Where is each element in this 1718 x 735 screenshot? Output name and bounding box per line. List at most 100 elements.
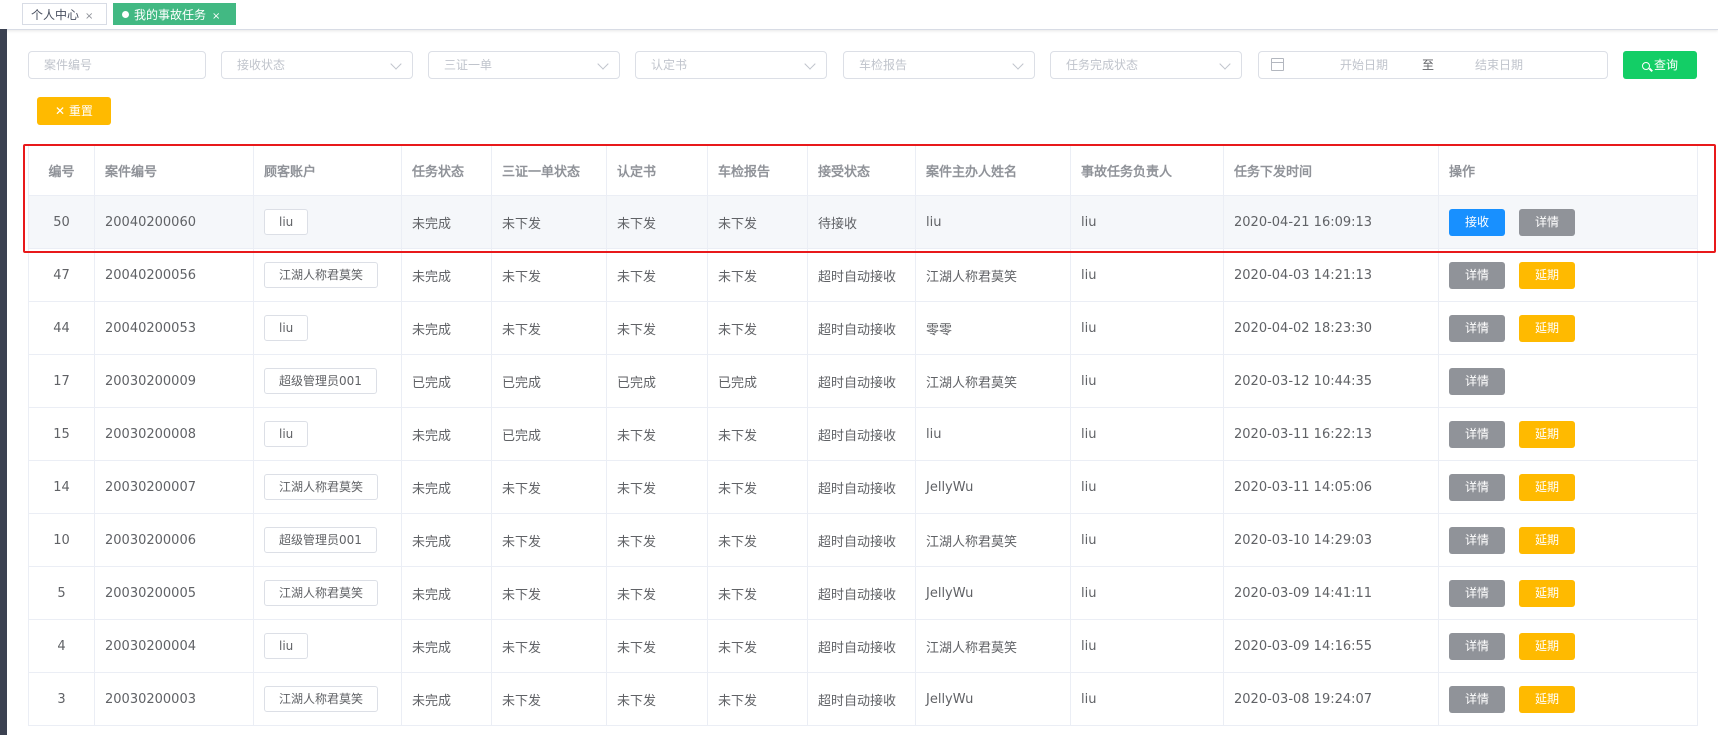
certificate-cell: 未下发	[606, 672, 708, 726]
certificate-cell: 未下发	[606, 619, 708, 673]
task-status-cell: 未完成	[401, 460, 492, 514]
accept-button[interactable]: 接收	[1449, 208, 1505, 236]
account-cell: 江湖人称君莫笑	[253, 566, 402, 620]
column-header: 事故任务负责人	[1070, 144, 1224, 196]
account-tag-button[interactable]: 江湖人称君莫笑	[264, 474, 379, 500]
table-body: 50 20040200060 liu 未完成 未下发 未下发 未下发 待接收 liu liu 202…	[28, 195, 1698, 726]
end-date[interactable]: 结束日期	[1464, 52, 1534, 78]
actions-cell: 详情 延期	[1438, 460, 1698, 514]
row-id: 47	[28, 248, 95, 302]
chevron-down-icon	[804, 58, 816, 70]
tab-my-accident-tasks[interactable]: 我的事故任务 ×	[113, 3, 236, 25]
column-header: 三证一单状态	[491, 144, 607, 196]
postpone-button[interactable]: 延期	[1519, 632, 1575, 660]
certificate-cell: 未下发	[606, 248, 708, 302]
owner-cell: liu	[1070, 619, 1224, 673]
certificate-cell: 未下发	[606, 407, 708, 461]
range-separator: 至	[1422, 58, 1435, 72]
close-icon[interactable]: ×	[85, 11, 93, 22]
three-cert-cell: 未下发	[491, 566, 607, 620]
certificate-cell: 未下发	[606, 513, 708, 567]
chevron-down-icon	[597, 58, 609, 70]
account-tag-button[interactable]: 江湖人称君莫笑	[264, 686, 379, 712]
three-cert-cell: 未下发	[491, 513, 607, 567]
account-tag-button[interactable]: liu	[264, 315, 309, 341]
inspection-cell: 未下发	[707, 301, 808, 355]
detail-button[interactable]: 详情	[1449, 420, 1505, 448]
start-date[interactable]: 开始日期	[1329, 52, 1399, 78]
detail-button[interactable]: 详情	[1449, 685, 1505, 713]
inspection-cell: 未下发	[707, 460, 808, 514]
postpone-button[interactable]: 延期	[1519, 579, 1575, 607]
account-tag-button[interactable]: 江湖人称君莫笑	[264, 262, 379, 288]
date-range-picker[interactable]: 开始日期 至 结束日期	[1258, 51, 1608, 79]
inspection-cell: 未下发	[707, 513, 808, 567]
account-tag-button[interactable]: 超级管理员001	[264, 368, 377, 394]
account-tag-button[interactable]: liu	[264, 421, 309, 447]
account-tag-button[interactable]: 超级管理员001	[264, 527, 377, 553]
actions-cell: 详情 延期	[1438, 672, 1698, 726]
three-cert-cell: 未下发	[491, 301, 607, 355]
select-placeholder: 三证一单	[444, 58, 493, 72]
accept-status-cell: 超时自动接收	[807, 407, 916, 461]
tab-personal-center[interactable]: 个人中心 ×	[22, 3, 107, 25]
task-status-cell: 未完成	[401, 513, 492, 567]
postpone-button[interactable]: 延期	[1519, 685, 1575, 713]
detail-button[interactable]: 详情	[1449, 261, 1505, 289]
postpone-button[interactable]: 延期	[1519, 314, 1575, 342]
case-no-cell: 20030200005	[94, 566, 254, 620]
case-no-cell: 20030200006	[94, 513, 254, 567]
row-id: 15	[28, 407, 95, 461]
case-no-cell: 20030200007	[94, 460, 254, 514]
table-row: 50 20040200060 liu 未完成 未下发 未下发 未下发 待接收 liu liu 202…	[28, 195, 1698, 249]
postpone-button[interactable]: 延期	[1519, 526, 1575, 554]
table-row: 4 20030200004 liu 未完成 未下发 未下发 未下发 超时自动接收 江湖人称君莫笑…	[28, 619, 1698, 673]
account-tag-button[interactable]: 江湖人称君莫笑	[264, 580, 379, 606]
handler-cell: 零零	[915, 301, 1071, 355]
row-id: 4	[28, 619, 95, 673]
query-button[interactable]: 查询	[1623, 51, 1697, 79]
account-tag-button[interactable]: liu	[264, 633, 309, 659]
issued-time-cell: 2020-04-21 16:09:13	[1223, 195, 1439, 249]
handler-cell: 江湖人称君莫笑	[915, 619, 1071, 673]
reset-button[interactable]: ✕ 重置	[37, 97, 111, 125]
receive-status-select[interactable]: 接收状态	[221, 51, 413, 79]
case-no-field[interactable]	[29, 52, 205, 78]
certificate-select[interactable]: 认定书	[635, 51, 827, 79]
table-row: 5 20030200005 江湖人称君莫笑 未完成 未下发 未下发 未下发 超时自动接收 Jel…	[28, 566, 1698, 620]
case-no-input[interactable]	[28, 51, 206, 79]
column-header: 顾客账户	[253, 144, 402, 196]
task-status-cell: 未完成	[401, 301, 492, 355]
row-id: 5	[28, 566, 95, 620]
account-cell: 江湖人称君莫笑	[253, 248, 402, 302]
task-status-select[interactable]: 任务完成状态	[1050, 51, 1242, 79]
table-row: 3 20030200003 江湖人称君莫笑 未完成 未下发 未下发 未下发 超时自动接收 Jel…	[28, 672, 1698, 726]
postpone-button[interactable]: 延期	[1519, 261, 1575, 289]
tab-label: 个人中心	[31, 8, 80, 22]
select-placeholder: 任务完成状态	[1066, 58, 1139, 72]
detail-button[interactable]: 详情	[1449, 473, 1505, 501]
detail-button[interactable]: 详情	[1449, 579, 1505, 607]
postpone-button[interactable]: 延期	[1519, 473, 1575, 501]
detail-button[interactable]: 详情	[1449, 367, 1505, 395]
postpone-button[interactable]: 延期	[1519, 420, 1575, 448]
issued-time-cell: 2020-03-11 16:22:13	[1223, 407, 1439, 461]
task-status-cell: 未完成	[401, 672, 492, 726]
actions-cell: 接收 详情	[1438, 195, 1698, 249]
detail-button[interactable]: 详情	[1449, 314, 1505, 342]
inspection-report-select[interactable]: 车检报告	[843, 51, 1035, 79]
three-cert-select[interactable]: 三证一单	[428, 51, 620, 79]
detail-button[interactable]: 详情	[1519, 208, 1575, 236]
account-cell: 江湖人称君莫笑	[253, 460, 402, 514]
detail-button[interactable]: 详情	[1449, 632, 1505, 660]
account-tag-button[interactable]: liu	[264, 209, 309, 235]
tags-view-bar: 个人中心 × 我的事故任务 ×	[0, 0, 1718, 30]
inspection-cell: 未下发	[707, 195, 808, 249]
task-status-cell: 未完成	[401, 407, 492, 461]
table-row: 14 20030200007 江湖人称君莫笑 未完成 未下发 未下发 未下发 超时自动接收 Je…	[28, 460, 1698, 514]
issued-time-cell: 2020-04-02 18:23:30	[1223, 301, 1439, 355]
accept-status-cell: 超时自动接收	[807, 354, 916, 408]
accident-task-table: 编号 案件编号 顾客账户 任务状态 三证一单状态 认定书 车检报告 接受状态 案…	[28, 144, 1698, 726]
close-icon[interactable]: ×	[212, 11, 220, 22]
detail-button[interactable]: 详情	[1449, 526, 1505, 554]
